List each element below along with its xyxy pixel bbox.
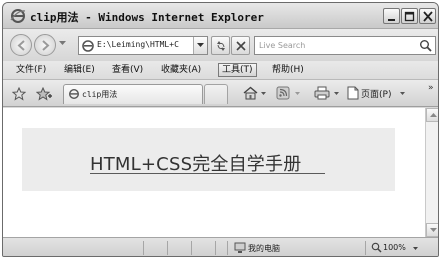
menu-view[interactable]: 查看(V) — [112, 64, 143, 76]
maximize-button[interactable] — [401, 8, 418, 24]
feeds-icon[interactable] — [276, 86, 290, 100]
more-commands-chevron[interactable]: » — [428, 83, 434, 93]
stop-button[interactable] — [231, 36, 250, 55]
vertical-scrollbar[interactable] — [425, 108, 438, 237]
close-button[interactable] — [419, 8, 436, 24]
recent-pages-dropdown-icon[interactable] — [59, 41, 66, 46]
chevron-down-icon — [197, 43, 204, 47]
menu-bar: 文件(F) 编辑(E) 查看(V) 收藏夹(A) 工具(T) 帮助(H) — [3, 61, 438, 80]
menu-file[interactable]: 文件(F) — [16, 64, 46, 76]
zoom-dropdown-icon[interactable] — [413, 247, 418, 251]
status-separator — [167, 241, 168, 255]
tab-label: clip用法 — [82, 90, 118, 99]
ie-logo-icon — [10, 9, 26, 23]
status-separator — [365, 241, 366, 255]
add-favorites-icon[interactable] — [36, 87, 52, 101]
stop-icon — [236, 41, 246, 51]
search-box[interactable] — [254, 36, 436, 55]
favorites-star-icon[interactable] — [12, 87, 26, 101]
address-bar[interactable]: E:\Leiming\HTML+C — [78, 36, 208, 55]
forward-button[interactable] — [34, 34, 56, 56]
chevron-down-icon — [430, 228, 437, 232]
minimize-icon — [388, 19, 395, 21]
status-separator — [227, 241, 228, 255]
tab-clip[interactable]: clip用法 — [63, 84, 203, 104]
status-bar: 我的电脑 100% — [3, 237, 438, 256]
zoom-icon[interactable] — [371, 242, 382, 253]
forward-arrow-icon — [42, 40, 50, 51]
page-menu-icon[interactable] — [347, 86, 359, 100]
security-zone[interactable]: 我的电脑 — [248, 243, 280, 254]
address-toolbar: E:\Leiming\HTML+C — [3, 29, 438, 61]
scroll-down-button[interactable] — [426, 223, 438, 237]
computer-icon — [234, 242, 246, 253]
home-dropdown-icon[interactable] — [261, 92, 266, 96]
page-dropdown-icon[interactable] — [400, 92, 405, 96]
page-icon — [68, 88, 80, 100]
back-button[interactable] — [10, 34, 32, 56]
home-icon[interactable] — [243, 86, 258, 100]
status-separator — [143, 241, 144, 255]
menu-edit[interactable]: 编辑(E) — [64, 64, 95, 76]
menu-tools[interactable]: 工具(T) — [218, 63, 257, 77]
heading-underline — [90, 173, 325, 174]
browser-window: clip用法 - Windows Internet Explorer E:\Le… — [2, 2, 439, 257]
back-arrow-icon — [17, 40, 25, 51]
menu-favorites[interactable]: 收藏夹(A) — [161, 64, 201, 76]
zoom-level[interactable]: 100% — [383, 243, 406, 252]
status-separator — [191, 241, 192, 255]
title-bar: clip用法 - Windows Internet Explorer — [3, 3, 438, 29]
window-title: clip用法 - Windows Internet Explorer — [30, 11, 264, 24]
page-icon — [82, 40, 94, 52]
scroll-up-button[interactable] — [426, 108, 438, 122]
refresh-icon — [217, 41, 225, 51]
new-tab-button[interactable] — [204, 84, 228, 104]
minimize-button[interactable] — [383, 8, 400, 24]
search-input[interactable] — [255, 37, 415, 54]
address-dropdown-button[interactable] — [193, 37, 207, 54]
search-icon[interactable] — [419, 39, 432, 52]
print-dropdown-icon[interactable] — [334, 92, 339, 96]
status-separator — [215, 241, 216, 255]
address-url[interactable]: E:\Leiming\HTML+C — [97, 40, 189, 49]
page-menu-button[interactable]: 页面(P) — [361, 87, 391, 100]
maximize-icon — [404, 11, 415, 22]
chevron-up-icon — [430, 113, 437, 117]
command-bar: clip用法 页面(P) » — [3, 80, 438, 107]
refresh-button[interactable] — [211, 36, 230, 55]
feeds-dropdown-icon[interactable] — [295, 92, 300, 96]
page-viewport: HTML+CSS完全自学手册 — [3, 108, 425, 237]
menu-help[interactable]: 帮助(H) — [272, 64, 304, 76]
print-icon[interactable] — [314, 86, 330, 100]
close-icon — [423, 11, 433, 22]
